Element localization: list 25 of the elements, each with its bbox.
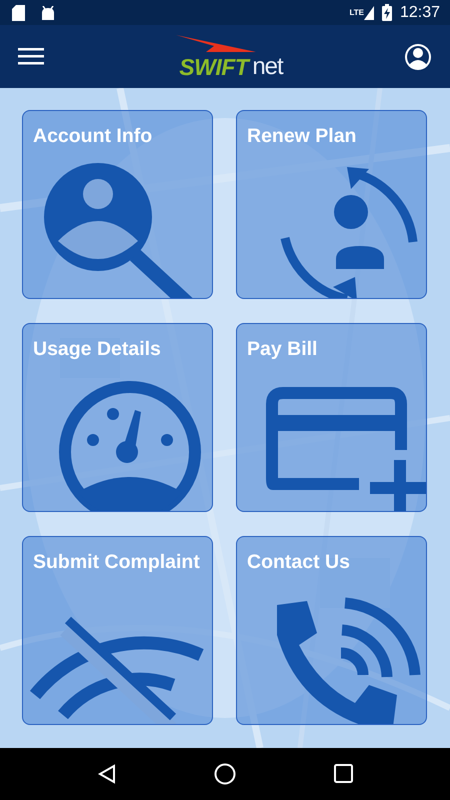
tile-title: Account Info [32, 124, 154, 149]
sd-card-icon [12, 4, 25, 20]
menu-tile[interactable]: Submit Complaint [22, 536, 213, 725]
tile-title: Contact Us [246, 550, 351, 575]
battery-charging-icon [382, 4, 392, 21]
tile-title: Usage Details [32, 337, 162, 362]
tile-title: Submit Complaint [32, 550, 201, 575]
clock: 12:37 [400, 2, 440, 22]
tile-title: Pay Bill [246, 337, 318, 362]
back-button[interactable] [96, 762, 117, 786]
menu-tile[interactable]: Pay Bill [236, 323, 427, 512]
home-button[interactable] [214, 762, 236, 786]
menu-tile[interactable]: Account Info [22, 110, 213, 299]
android-icon [41, 6, 55, 20]
menu-tile[interactable]: Usage Details [22, 323, 213, 512]
network-type: LTE [349, 6, 364, 18]
logo-text: SWIFT [179, 56, 248, 78]
menu-tile[interactable]: Renew Plan [236, 110, 427, 299]
menu-tile[interactable]: Contact Us [236, 536, 427, 725]
recents-button[interactable] [334, 762, 354, 786]
logo-text: net [252, 54, 283, 78]
swoosh-icon [176, 34, 256, 54]
tile-title: Renew Plan [246, 124, 358, 149]
signal-icon [364, 6, 374, 20]
profile-button[interactable] [404, 42, 432, 70]
